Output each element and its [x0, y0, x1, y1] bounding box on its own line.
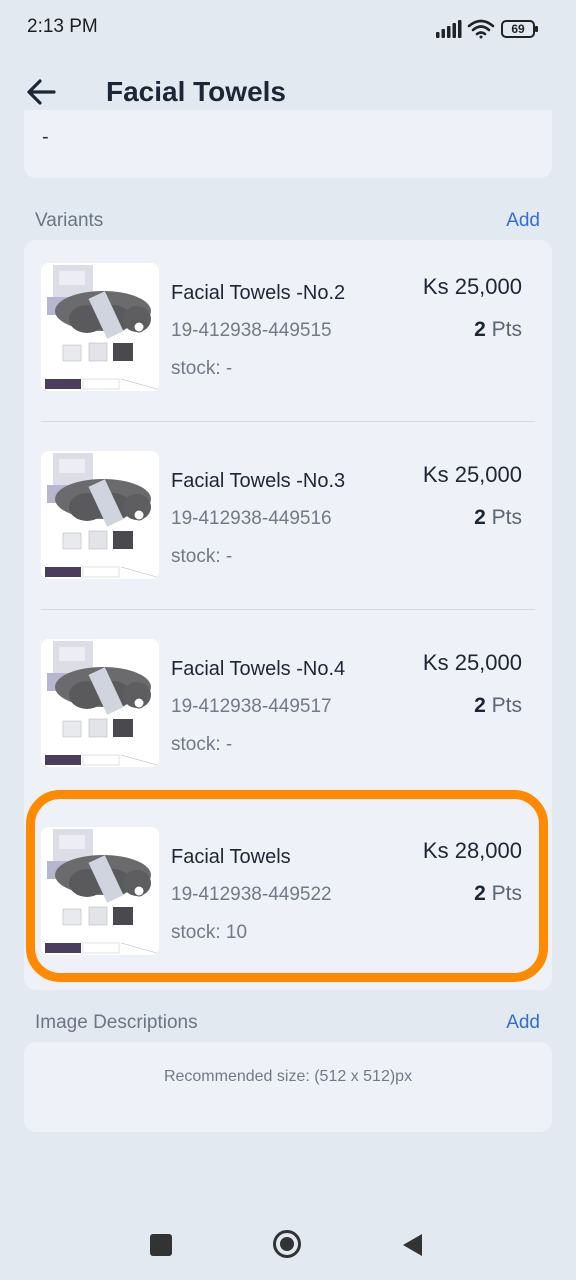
wifi-icon — [467, 19, 495, 39]
variant-divider — [41, 609, 535, 610]
variant-points-unit: Pts — [491, 694, 522, 717]
variant-code: 19-412938-449522 — [171, 884, 332, 905]
variants-list: Facial Towels -No.2 19-412938-449515 stock… — [24, 240, 552, 990]
variant-points-unit: Pts — [491, 318, 522, 341]
variant-row[interactable]: Facial Towels -No.3 19-412938-449516 stock… — [24, 428, 552, 616]
image-descriptions-card[interactable] — [24, 1042, 552, 1132]
variant-thumbnail — [41, 451, 159, 579]
variant-price: Ks 25,000 — [422, 650, 522, 675]
status-icons: 69 — [436, 16, 546, 42]
variant-points: 2 Pts — [474, 694, 522, 718]
recents-button[interactable] — [150, 1234, 172, 1256]
triangle-back-icon — [403, 1234, 422, 1256]
variant-points-value: 2 — [474, 694, 486, 717]
home-button[interactable] — [272, 1229, 302, 1259]
details-value: - — [42, 126, 49, 148]
variant-price: Ks 25,000 — [422, 274, 522, 299]
variant-stock: stock: - — [171, 546, 233, 567]
variant-row[interactable]: Facial Towels -No.4 19-412938-449517 stock… — [24, 616, 552, 804]
variant-points-value: 2 — [474, 882, 486, 905]
battery-level: 69 — [511, 22, 525, 36]
signal-icon — [436, 20, 462, 38]
variant-points-unit: Pts — [491, 506, 522, 529]
variant-stock: stock: - — [171, 734, 233, 755]
details-card — [24, 110, 552, 178]
variant-price: Ks 28,000 — [422, 838, 522, 863]
variant-code: 19-412938-449515 — [171, 320, 332, 341]
back-nav-button[interactable] — [400, 1232, 424, 1258]
variant-divider — [41, 797, 535, 798]
add-variant-button[interactable]: Add — [506, 210, 540, 232]
towel-product-image — [41, 263, 159, 391]
status-time: 2:13 PM — [27, 16, 98, 37]
recommended-size-text: Recommended size: (512 x 512)px — [163, 1068, 413, 1085]
variant-price: Ks 25,000 — [422, 462, 522, 487]
variant-points-unit: Pts — [491, 882, 522, 905]
towel-product-image — [41, 451, 159, 579]
variant-name: Facial Towels — [171, 846, 291, 868]
variant-stock: stock: 10 — [171, 922, 248, 943]
variant-points-value: 2 — [474, 318, 486, 341]
variant-thumbnail — [41, 827, 159, 955]
variant-points: 2 Pts — [474, 882, 522, 906]
variant-row[interactable]: Facial Towels 19-412938-449522 stock: 10 Ks… — [24, 804, 552, 992]
variant-points: 2 Pts — [474, 506, 522, 530]
back-button[interactable] — [24, 76, 60, 108]
arrow-left-icon — [27, 79, 56, 105]
home-circle-icon — [273, 1230, 301, 1258]
variant-code: 19-412938-449516 — [171, 508, 332, 529]
towel-product-image — [41, 827, 159, 955]
variant-thumbnail — [41, 263, 159, 391]
variant-code: 19-412938-449517 — [171, 696, 332, 717]
variants-label: Variants — [35, 210, 104, 231]
add-image-description-button[interactable]: Add — [506, 1012, 540, 1034]
variant-divider — [41, 421, 535, 422]
variant-name: Facial Towels -No.4 — [171, 658, 346, 680]
variant-thumbnail — [41, 639, 159, 767]
variant-stock: stock: - — [171, 358, 233, 379]
page-title: Facial Towels — [106, 76, 286, 107]
variant-points-value: 2 — [474, 506, 486, 529]
variant-points: 2 Pts — [474, 318, 522, 342]
image-descriptions-label: Image Descriptions — [35, 1012, 198, 1033]
towel-product-image — [41, 639, 159, 767]
variant-row[interactable]: Facial Towels -No.2 19-412938-449515 stock… — [24, 240, 552, 428]
variant-name: Facial Towels -No.2 — [171, 282, 346, 304]
variant-name: Facial Towels -No.3 — [171, 470, 346, 492]
